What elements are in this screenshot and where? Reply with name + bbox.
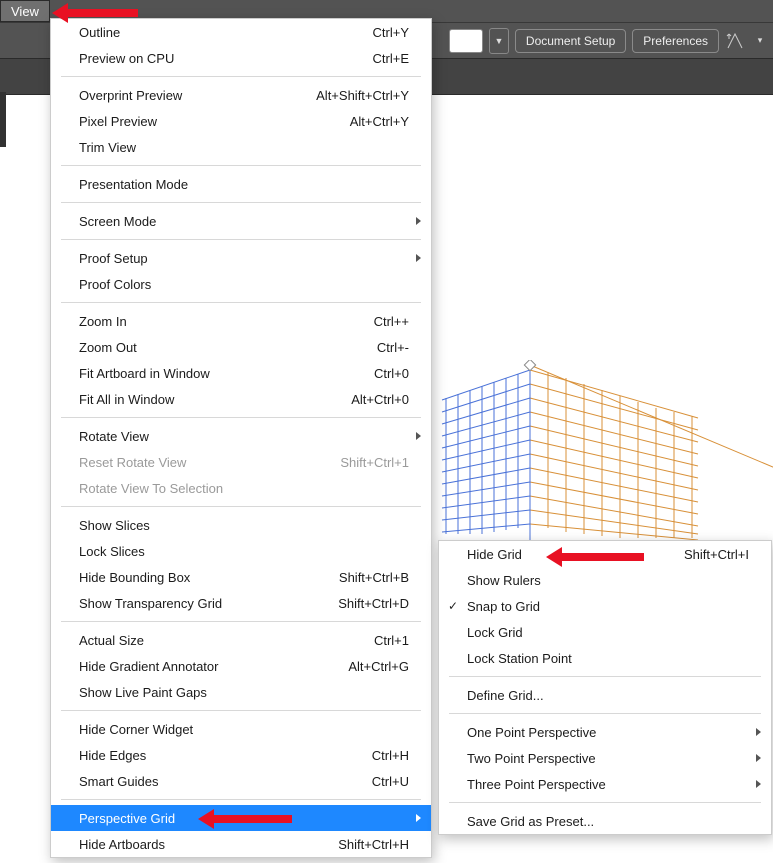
menu-hide-grad[interactable]: Hide Gradient AnnotatorAlt+Ctrl+G [51, 653, 431, 679]
color-swatch[interactable] [449, 29, 483, 53]
menu-reset-rotate: Reset Rotate ViewShift+Ctrl+1 [51, 449, 431, 475]
menu-separator [449, 802, 761, 803]
menu-hide-edges[interactable]: Hide EdgesCtrl+H [51, 742, 431, 768]
menu-proof-colors[interactable]: Proof Colors [51, 271, 431, 297]
menu-separator [61, 76, 421, 77]
menu-separator [61, 417, 421, 418]
menu-screen-mode[interactable]: Screen Mode [51, 208, 431, 234]
menu-separator [61, 799, 421, 800]
menu-actual-size[interactable]: Actual SizeCtrl+1 [51, 627, 431, 653]
menu-separator [61, 506, 421, 507]
menu-rotate-sel: Rotate View To Selection [51, 475, 431, 501]
menu-separator [61, 621, 421, 622]
menu-outline[interactable]: OutlineCtrl+Y [51, 19, 431, 45]
menu-show-transp[interactable]: Show Transparency GridShift+Ctrl+D [51, 590, 431, 616]
menu-show-slices[interactable]: Show Slices [51, 512, 431, 538]
submenu-define-grid[interactable]: Define Grid... [439, 682, 771, 708]
menu-pixel[interactable]: Pixel PreviewAlt+Ctrl+Y [51, 108, 431, 134]
menu-separator [449, 676, 761, 677]
submenu-two-pt[interactable]: Two Point Perspective [439, 745, 771, 771]
submenu-lock-grid[interactable]: Lock Grid [439, 619, 771, 645]
menu-smart-guides[interactable]: Smart GuidesCtrl+U [51, 768, 431, 794]
menu-separator [61, 165, 421, 166]
menu-proof-setup[interactable]: Proof Setup [51, 245, 431, 271]
menu-view-label: View [11, 4, 39, 19]
menu-hide-corner[interactable]: Hide Corner Widget [51, 716, 431, 742]
menu-separator [61, 202, 421, 203]
annotation-arrow-view [68, 9, 138, 17]
menu-fit-artboard[interactable]: Fit Artboard in WindowCtrl+0 [51, 360, 431, 386]
submenu-one-pt[interactable]: One Point Perspective [439, 719, 771, 745]
dock-edge [0, 92, 6, 147]
document-setup-button[interactable]: Document Setup [515, 29, 626, 53]
menu-rotate-view[interactable]: Rotate View [51, 423, 431, 449]
annotation-arrow-hide-grid [562, 553, 644, 561]
submenu-snap-grid[interactable]: Snap to Grid [439, 593, 771, 619]
widget-icon[interactable] [725, 31, 745, 51]
menu-separator [61, 239, 421, 240]
menu-separator [61, 302, 421, 303]
menu-show-lpg[interactable]: Show Live Paint Gaps [51, 679, 431, 705]
preferences-button[interactable]: Preferences [632, 29, 719, 53]
menu-hide-bbox[interactable]: Hide Bounding BoxShift+Ctrl+B [51, 564, 431, 590]
menu-fit-all[interactable]: Fit All in WindowAlt+Ctrl+0 [51, 386, 431, 412]
menu-view[interactable]: View [0, 0, 50, 22]
submenu-show-rulers[interactable]: Show Rulers [439, 567, 771, 593]
menu-zoom-out[interactable]: Zoom OutCtrl+- [51, 334, 431, 360]
perspective-grid-submenu: Hide GridShift+Ctrl+I Show Rulers Snap t… [438, 540, 772, 835]
menu-separator [61, 710, 421, 711]
submenu-three-pt[interactable]: Three Point Perspective [439, 771, 771, 797]
annotation-arrow-perspective-grid [214, 815, 292, 823]
menu-zoom-in[interactable]: Zoom InCtrl++ [51, 308, 431, 334]
submenu-lock-station[interactable]: Lock Station Point [439, 645, 771, 671]
swatch-dropdown-icon[interactable]: ▼ [489, 28, 509, 54]
menu-hide-artboards[interactable]: Hide ArtboardsShift+Ctrl+H [51, 831, 431, 857]
view-menu-dropdown: OutlineCtrl+Y Preview on CPUCtrl+E Overp… [50, 18, 432, 858]
submenu-save-preset[interactable]: Save Grid as Preset... [439, 808, 771, 834]
menu-presentation[interactable]: Presentation Mode [51, 171, 431, 197]
menu-preview-cpu[interactable]: Preview on CPUCtrl+E [51, 45, 431, 71]
more-dropdown-icon[interactable]: ▾ [751, 29, 769, 53]
menu-separator [449, 713, 761, 714]
menu-lock-slices[interactable]: Lock Slices [51, 538, 431, 564]
menu-overprint[interactable]: Overprint PreviewAlt+Shift+Ctrl+Y [51, 82, 431, 108]
menu-trim[interactable]: Trim View [51, 134, 431, 160]
